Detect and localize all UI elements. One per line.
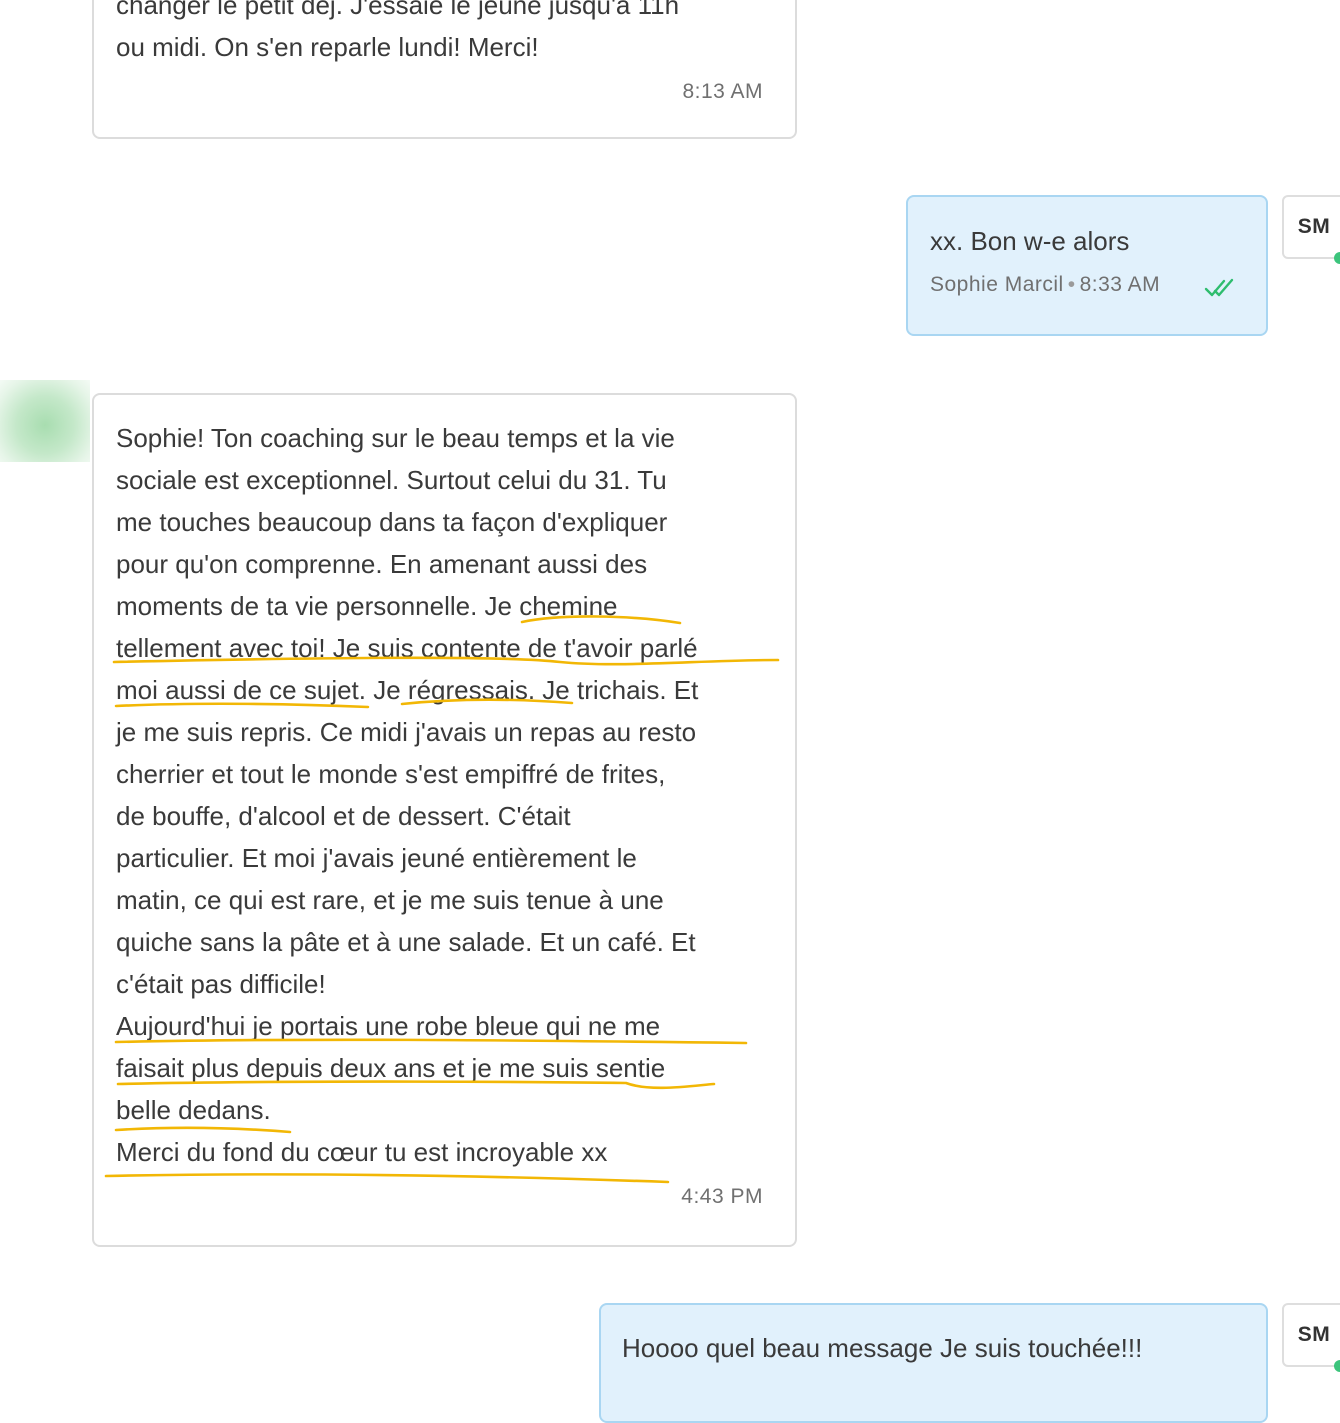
message-text-line: Aujourd'hui je portais une robe bleue qu… xyxy=(116,1011,661,1041)
message-timestamp: 8:33 AM xyxy=(1079,273,1161,296)
message-meta: Sophie Marcil • 8:33 AM xyxy=(930,273,1160,297)
message-text-line: cherrier et tout le monde s'est empiffré… xyxy=(116,759,666,789)
message-text-line: Sophie! Ton coaching sur le beau temps e… xyxy=(116,423,675,453)
message-text: xx. Bon w-e alors xyxy=(930,226,1130,256)
message-timestamp: 8:13 AM xyxy=(682,80,763,103)
message-text-line: matin, ce qui est rare, et je me suis te… xyxy=(116,885,664,915)
message-text-line: pour qu'on comprenne. En amenant aussi d… xyxy=(116,549,648,579)
avatar[interactable]: SM xyxy=(1282,1303,1340,1367)
message-text-line: ou midi. On s'en reparle lundi! Merci! xyxy=(116,32,539,62)
message-text-line: sociale est exceptionnel. Surtout celui … xyxy=(116,465,667,495)
message-text-line: moments de ta vie personnelle. Je chemin… xyxy=(116,591,618,621)
double-check-icon xyxy=(1204,278,1234,297)
message-text-line: particulier. Et moi j'avais jeuné entièr… xyxy=(116,843,637,873)
message-text-line: changer le petit déj. J'essaie le jeûne … xyxy=(116,0,680,20)
meta-separator: • xyxy=(1067,273,1076,296)
message-bubble-incoming: changer le petit déj. J'essaie le jeûne … xyxy=(92,0,797,139)
message-text-line: de bouffe, d'alcool et de dessert. C'éta… xyxy=(116,801,571,831)
message-bubble-incoming: Sophie! Ton coaching sur le beau temps e… xyxy=(92,393,797,1247)
blurred-avatar xyxy=(0,380,90,462)
avatar[interactable]: SM xyxy=(1282,195,1340,259)
message-text-line: moi aussi de ce sujet. Je régressais. Je… xyxy=(116,675,699,705)
sender-name: Sophie Marcil xyxy=(930,273,1064,296)
message-text-line: faisait plus depuis deux ans et je me su… xyxy=(116,1053,666,1083)
online-status-dot xyxy=(1334,252,1340,264)
message-text-line: c'était pas difficile! xyxy=(116,969,326,999)
message-text: Hoooo quel beau message Je suis touchée!… xyxy=(622,1333,1143,1363)
online-status-dot xyxy=(1334,1360,1340,1372)
message-bubble-outgoing: Hoooo quel beau message Je suis touchée!… xyxy=(599,1303,1268,1423)
message-timestamp: 4:43 PM xyxy=(681,1185,763,1208)
message-text-line: belle dedans. xyxy=(116,1095,271,1125)
message-text-line: Merci du fond du cœur tu est incroyable … xyxy=(116,1137,608,1167)
message-text-line: je me suis repris. Ce midi j'avais un re… xyxy=(116,717,697,747)
message-text-line: tellement avec toi! Je suis contente de … xyxy=(116,633,698,663)
message-bubble-outgoing: xx. Bon w-e alors Sophie Marcil • 8:33 AM xyxy=(906,195,1268,336)
message-text-line: me touches beaucoup dans ta façon d'expl… xyxy=(116,507,668,537)
message-text-line: quiche sans la pâte et à une salade. Et … xyxy=(116,927,696,957)
